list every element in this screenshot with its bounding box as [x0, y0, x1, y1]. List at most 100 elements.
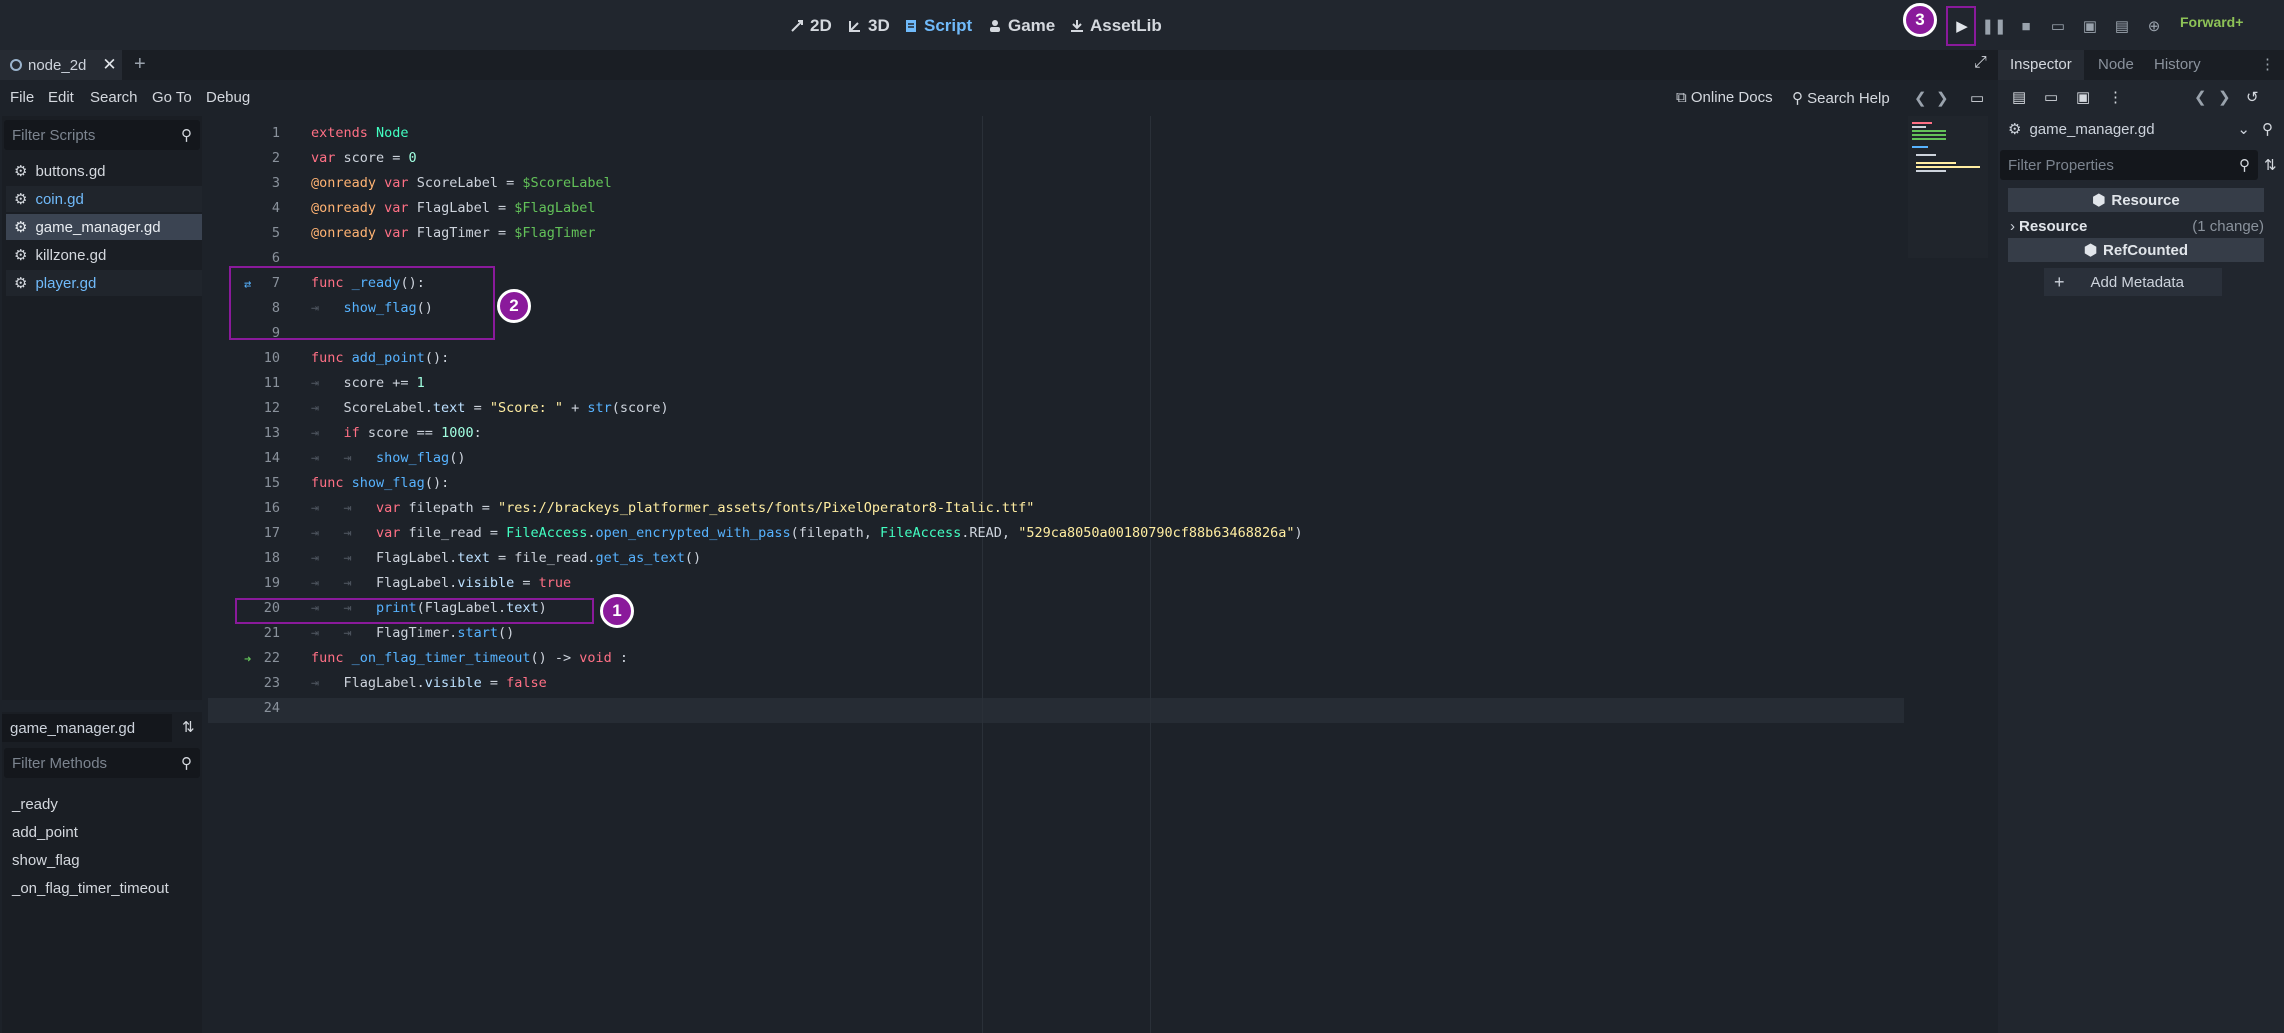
workspace-2d-tab[interactable]: 2D	[790, 14, 832, 38]
resource-group-row[interactable]: › Resource (1 change)	[2010, 214, 2264, 238]
line-number: 14	[263, 450, 280, 466]
resource-name: game_manager.gd	[2029, 120, 2155, 138]
pause-button[interactable]: ❚❚	[1981, 14, 2007, 38]
resource-selector[interactable]: ⚙ game_manager.gd ⌄	[2002, 116, 2258, 142]
previous-object-icon[interactable]: ❮	[2194, 88, 2207, 106]
top-toolbar: 2D 3D Script Game AssetLib ▶ ❚❚ ■ ▭ ▣ ▤ …	[0, 0, 2284, 50]
online-docs-label: Online Docs	[1690, 89, 1773, 106]
script-item-player[interactable]: ⚙ player.gd	[6, 270, 202, 296]
section-refcounted-header[interactable]: ⬢ RefCounted	[2008, 238, 2264, 262]
script-icon	[906, 20, 916, 32]
movie-icon: ⊕	[2147, 18, 2161, 35]
annotation-marker-3: 3	[1903, 3, 1937, 37]
new-resource-icon[interactable]: ▤	[2012, 88, 2026, 106]
method-item-on-flag-timer-timeout[interactable]: _on_flag_timer_timeout	[12, 880, 169, 897]
play-scene-button[interactable]: ▣	[2078, 14, 2102, 38]
history-icon[interactable]: ↺	[2246, 88, 2259, 106]
distraction-free-icon[interactable]: ⤢	[1974, 54, 1987, 72]
more-options-icon[interactable]: ⋮	[2108, 88, 2123, 106]
renderer-selector[interactable]: Forward+	[2180, 14, 2243, 30]
next-object-icon[interactable]: ❯	[2218, 88, 2231, 106]
filter-scripts-input[interactable]: Filter Scripts ⚲	[4, 120, 200, 150]
search-icon: ⚲	[2239, 157, 2250, 174]
line-number: 4	[271, 200, 280, 216]
line-number: 5	[271, 225, 280, 241]
search-help-button[interactable]: ⚲ Search Help	[1792, 89, 1890, 107]
property-filter-icon[interactable]: ⇅	[2264, 156, 2277, 174]
annotation-box-2	[229, 266, 495, 340]
current-script-label: game_manager.gd	[10, 720, 136, 737]
scene-tab-node-2d[interactable]: node_2d ✕	[0, 50, 122, 80]
line-number: 18	[263, 550, 280, 566]
sort-icon[interactable]: ⇅	[182, 718, 195, 736]
remote-debug-button[interactable]: ▭	[2046, 14, 2070, 38]
toggle-panel-icon[interactable]: ▭	[1970, 89, 1984, 107]
menu-debug[interactable]: Debug	[206, 89, 250, 106]
external-link-icon: ⧉	[1676, 89, 1691, 106]
change-note: (1 change)	[2192, 217, 2264, 235]
script-item-killzone[interactable]: ⚙ killzone.gd	[6, 242, 202, 268]
workspace-3d-tab[interactable]: 3D	[848, 14, 890, 38]
open-folder-icon[interactable]: ▭	[2044, 88, 2058, 106]
line-number: 23	[263, 675, 280, 691]
save-icon[interactable]: ▣	[2076, 88, 2090, 106]
code-minimap[interactable]	[1908, 116, 1988, 258]
history-back-icon[interactable]: ❮	[1914, 89, 1927, 107]
method-item-ready[interactable]: _ready	[12, 796, 58, 813]
line-number: 12	[263, 400, 280, 416]
workspace-game-label: Game	[1008, 16, 1056, 35]
movie-maker-button[interactable]: ⊕	[2142, 14, 2166, 38]
pause-icon: ❚❚	[1981, 18, 2007, 35]
add-metadata-button[interactable]: + Add Metadata	[2044, 268, 2222, 296]
filter-methods-input[interactable]: Filter Methods ⚲	[4, 748, 200, 778]
add-scene-icon[interactable]: +	[134, 53, 146, 76]
gear-icon: ⚙	[14, 219, 28, 236]
line-number: 17	[263, 525, 280, 541]
line-number: 16	[263, 500, 280, 516]
script-item-coin[interactable]: ⚙ coin.gd	[6, 186, 202, 212]
guideline	[1150, 116, 1151, 1033]
search-icon: ⚲	[181, 127, 192, 144]
close-icon[interactable]: ✕	[102, 55, 116, 75]
annotation-number: 1	[612, 601, 622, 620]
menu-file[interactable]: File	[10, 89, 34, 106]
tab-node[interactable]: Node	[2098, 56, 2134, 73]
code-editor[interactable]: 1 2 3 4 5 6 7 8 9 10 11 12 13 14 15 16 1…	[208, 116, 1904, 1033]
workspace-assetlib-tab[interactable]: AssetLib	[1070, 14, 1162, 38]
online-docs-button[interactable]: ⧉ Online Docs	[1676, 89, 1773, 106]
script-menu-bar: File Edit Search Go To Debug ⧉ Online Do…	[0, 82, 1998, 114]
dock-menu-icon[interactable]: ⋮	[2260, 55, 2275, 73]
stop-button[interactable]: ■	[2014, 14, 2038, 38]
menu-search[interactable]: Search	[90, 89, 138, 106]
section-resource-header[interactable]: ⬢ Resource	[2008, 188, 2264, 212]
menu-edit[interactable]: Edit	[48, 89, 74, 106]
3d-icon	[849, 21, 860, 32]
script-item-buttons[interactable]: ⚙ buttons.gd	[6, 158, 202, 184]
script-item-game-manager[interactable]: ⚙ game_manager.gd	[6, 214, 202, 240]
line-number: 1	[271, 125, 280, 141]
tab-history[interactable]: History	[2154, 56, 2201, 73]
gear-icon: ⚙	[2008, 121, 2022, 138]
history-forward-icon[interactable]: ❯	[1936, 89, 1949, 107]
clapper-icon: ▣	[2082, 18, 2098, 35]
line-number: 6	[271, 250, 280, 266]
annotation-number: 2	[509, 296, 519, 315]
menu-go-to[interactable]: Go To	[152, 89, 192, 106]
workspace-script-tab[interactable]: Script	[904, 14, 972, 38]
cube-icon: ⬢	[2083, 242, 2098, 259]
line-number: 2	[271, 150, 280, 166]
object-properties-icon[interactable]: ⚲	[2262, 120, 2273, 138]
section-resource-label: Resource	[2111, 191, 2180, 209]
tab-inspector[interactable]: Inspector	[2010, 56, 2072, 73]
filter-properties-input[interactable]: Filter Properties ⚲	[2000, 150, 2258, 180]
line-number: 21	[263, 625, 280, 641]
plus-icon: +	[2054, 271, 2065, 292]
annotation-marker-1: 1	[600, 594, 634, 628]
play-custom-scene-button[interactable]: ▤	[2110, 14, 2134, 38]
workspace-script-label: Script	[924, 16, 973, 35]
workspace-game-tab[interactable]: Game	[988, 14, 1055, 38]
filter-properties-placeholder: Filter Properties	[2008, 157, 2114, 174]
method-item-show-flag[interactable]: show_flag	[12, 852, 80, 869]
method-item-add-point[interactable]: add_point	[12, 824, 78, 841]
signal-connection-icon[interactable]: ➜	[244, 652, 251, 666]
